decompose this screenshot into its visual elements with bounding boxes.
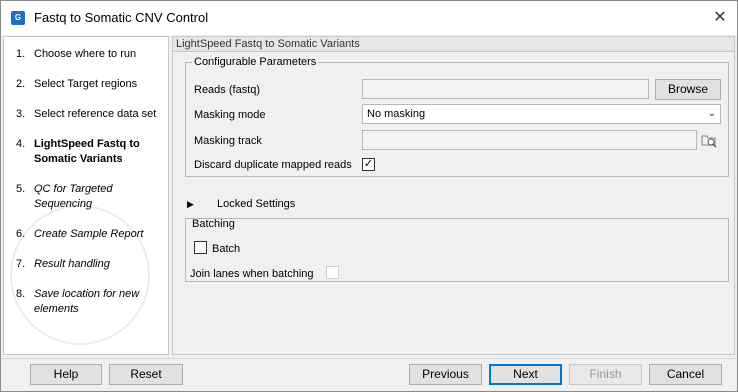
masking-mode-value: No masking — [367, 108, 426, 120]
clc-app-icon: G — [11, 11, 25, 25]
configurable-parameters-group: Configurable Parameters Reads (fastq) Br… — [185, 55, 729, 177]
window-title: Fastq to Somatic CNV Control — [34, 10, 209, 25]
previous-button[interactable]: Previous — [409, 364, 482, 385]
discard-duplicates-checkbox[interactable]: ✓ — [362, 158, 375, 171]
batching-title: Batching — [192, 218, 235, 230]
batching-group: Batching Batch Join lanes when batching — [185, 218, 729, 282]
discard-duplicates-label: Discard duplicate mapped reads — [194, 159, 352, 171]
help-button[interactable]: Help — [30, 364, 102, 385]
join-lanes-checkbox[interactable] — [326, 266, 339, 279]
browse-folder-icon[interactable] — [700, 131, 718, 149]
close-icon[interactable]: ✕ — [707, 5, 733, 31]
content-header: LightSpeed Fastq to Somatic Variants — [173, 37, 734, 52]
finish-button[interactable]: Finish — [569, 364, 642, 385]
locked-settings-expander[interactable]: ▶ Locked Settings — [187, 197, 327, 211]
chevron-down-icon: ⌄ — [707, 108, 716, 119]
title-bar: G Fastq to Somatic CNV Control ✕ — [1, 1, 737, 35]
reset-button[interactable]: Reset — [109, 364, 183, 385]
join-lanes-label: Join lanes when batching — [190, 268, 314, 280]
cancel-button[interactable]: Cancel — [649, 364, 722, 385]
triangle-right-icon: ▶ — [187, 199, 194, 209]
batch-label: Batch — [212, 243, 241, 255]
next-button[interactable]: Next — [489, 364, 562, 385]
masking-track-label: Masking track — [194, 135, 262, 147]
masking-mode-label: Masking mode — [194, 109, 266, 121]
browse-button[interactable]: Browse — [655, 79, 721, 100]
dialog-window: G Fastq to Somatic CNV Control ✕ 1. Choo… — [0, 0, 738, 392]
reads-input[interactable] — [362, 79, 649, 99]
step-content-panel: LightSpeed Fastq to Somatic Variants Con… — [172, 36, 735, 355]
wizard-steps-panel: 1. Choose where to run 2. Select Target … — [3, 36, 169, 355]
footer-divider — [1, 358, 737, 359]
reads-label: Reads (fastq) — [194, 84, 261, 96]
batch-checkbox[interactable] — [194, 241, 207, 254]
masking-track-input[interactable] — [362, 130, 697, 150]
configurable-parameters-title: Configurable Parameters — [192, 55, 319, 69]
masking-mode-select[interactable]: No masking ⌄ — [362, 104, 721, 124]
locked-settings-label: Locked Settings — [217, 198, 296, 210]
